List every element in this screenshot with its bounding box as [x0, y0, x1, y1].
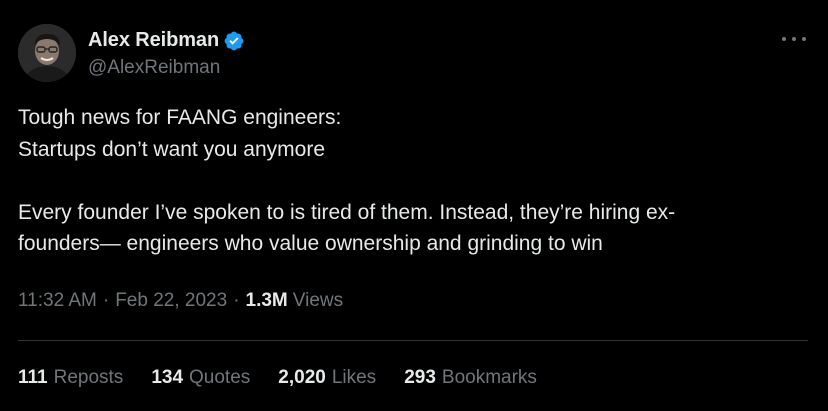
engagement-stats: 111 Reposts 134 Quotes 2,020 Likes 293 B… [18, 367, 565, 389]
tweet-line-5: founders— engineers who value ownership … [18, 232, 603, 255]
avatar[interactable] [18, 24, 76, 82]
author-handle[interactable]: @AlexReibman [88, 57, 245, 79]
bookmarks-label: Bookmarks [441, 367, 537, 388]
meta-separator-2: · [233, 290, 240, 311]
tweet-line-1: Tough news for FAANG engineers: [18, 106, 342, 129]
tweet-time[interactable]: 11:32 AM [18, 290, 97, 312]
more-horizontal-icon-dot-2 [792, 37, 796, 41]
bookmarks-stat[interactable]: 293 Bookmarks [404, 367, 537, 389]
likes-stat[interactable]: 2,020 Likes [278, 367, 376, 389]
reposts-label: Reposts [53, 367, 124, 388]
quotes-label: Quotes [189, 367, 251, 388]
verified-badge-icon[interactable] [223, 30, 245, 52]
quotes-stat[interactable]: 134 Quotes [151, 367, 250, 389]
likes-count: 2,020 [278, 367, 326, 388]
reposts-count: 111 [18, 367, 48, 388]
more-horizontal-icon [782, 37, 786, 41]
reposts-stat[interactable]: 111 Reposts [18, 367, 123, 389]
divider [18, 340, 808, 341]
more-horizontal-icon-dot-3 [802, 37, 806, 41]
views-count: 1.3M [245, 290, 288, 311]
tweet-meta: 11:32 AM · Feb 22, 2023 · 1.3M Views [18, 290, 343, 312]
tweet-header: Alex Reibman @AlexReibman [18, 24, 245, 82]
likes-label: Likes [331, 367, 377, 388]
tweet-line-4: Every founder I’ve spoken to is tired of… [18, 200, 676, 224]
tweet-date[interactable]: Feb 22, 2023 [115, 290, 227, 312]
meta-separator: · [102, 290, 110, 311]
tweet-text: Tough news for FAANG engineers: Startups… [18, 102, 808, 260]
author-display-name[interactable]: Alex Reibman [88, 29, 219, 52]
tweet-line-2: Startups don’t want you anymore [18, 137, 326, 161]
more-options-button[interactable] [782, 32, 806, 46]
quotes-count: 134 [151, 367, 184, 388]
author-block: Alex Reibman @AlexReibman [88, 28, 245, 79]
tweet-card: Alex Reibman @AlexReibman Tough news for… [0, 0, 828, 411]
avatar-image [18, 24, 76, 82]
views-label: Views [292, 290, 344, 311]
bookmarks-count: 293 [404, 367, 436, 388]
name-row: Alex Reibman [88, 28, 245, 54]
